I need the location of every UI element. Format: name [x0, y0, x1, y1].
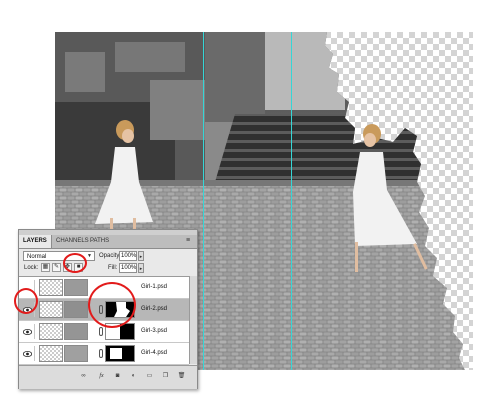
- layer-name-girl-4[interactable]: Girl-4.psd: [141, 343, 167, 364]
- highlight-circle-lock: [63, 253, 87, 273]
- lock-image-pixels-button[interactable]: ✎: [52, 263, 61, 272]
- opacity-slider-button[interactable]: ▸: [138, 251, 144, 261]
- layer-thumbnail-girl-1: [39, 279, 63, 296]
- new-layer-icon[interactable]: ❐: [161, 372, 170, 381]
- guide-line-1[interactable]: [203, 32, 204, 370]
- highlight-circle-visibility: [14, 288, 38, 314]
- link-layers-icon[interactable]: ∞: [79, 372, 88, 381]
- lock-label: Lock:: [24, 265, 39, 271]
- layer-thumbnail-girl-2: [39, 301, 63, 318]
- layer-thumbnail-photo-girl-4: [64, 345, 88, 362]
- tab-layers[interactable]: LAYERS: [19, 235, 52, 248]
- eye-icon: [23, 351, 32, 357]
- new-group-icon[interactable]: ▭: [145, 372, 154, 381]
- trash-icon[interactable]: 🗑: [177, 372, 186, 381]
- chevron-down-icon: ▼: [87, 253, 92, 259]
- fill-slider-button[interactable]: ▸: [138, 263, 144, 273]
- opacity-input[interactable]: 100%: [119, 251, 137, 261]
- highlight-circle-mask: [88, 282, 136, 328]
- visibility-toggle-girl-4[interactable]: [21, 346, 35, 361]
- add-mask-icon[interactable]: ◙: [113, 372, 122, 381]
- tab-paths[interactable]: PATHS: [86, 235, 113, 248]
- opacity-label: Opacity:: [99, 253, 122, 259]
- layer-thumbnail-photo-girl-2: [64, 301, 88, 318]
- mask-shape-icon: [110, 348, 122, 359]
- adjustment-layer-icon[interactable]: ◐: [129, 372, 138, 381]
- layer-thumbnail-photo-girl-1: [64, 279, 88, 296]
- panel-footer: ∞ fx ◙ ◐ ▭ ❐ 🗑: [19, 365, 197, 389]
- fx-icon[interactable]: fx: [97, 372, 106, 381]
- layer-row-girl-4[interactable]: Girl-4.psd: [19, 343, 189, 365]
- layer-thumbnail-photo-girl-3: [64, 323, 88, 340]
- link-icon[interactable]: [99, 327, 103, 336]
- visibility-toggle-girl-3[interactable]: [21, 324, 35, 339]
- fill-label: Fill:: [108, 265, 118, 271]
- guide-line-2[interactable]: [291, 32, 292, 370]
- link-icon[interactable]: [99, 349, 103, 358]
- panel-menu-icon[interactable]: ≡: [182, 237, 194, 245]
- fill-input[interactable]: 100%: [119, 263, 137, 273]
- layer-mask-girl-4[interactable]: [105, 345, 135, 362]
- layer-name-girl-1[interactable]: Girl-1.psd: [141, 277, 167, 298]
- layer-thumbnail-girl-4: [39, 345, 63, 362]
- blend-mode-value: Normal: [27, 254, 47, 260]
- layer-list-scrollbar[interactable]: [189, 276, 197, 364]
- panel-tabs: LAYERS CHANNELS PATHS ≡: [19, 235, 197, 249]
- layer-thumbnail-girl-3: [39, 323, 63, 340]
- lock-transparent-pixels-button[interactable]: ▦: [41, 263, 50, 272]
- layer-name-girl-2[interactable]: Girl-2.psd: [141, 299, 167, 320]
- eye-icon: [23, 329, 32, 335]
- layer-name-girl-3[interactable]: Girl-3.psd: [141, 321, 167, 342]
